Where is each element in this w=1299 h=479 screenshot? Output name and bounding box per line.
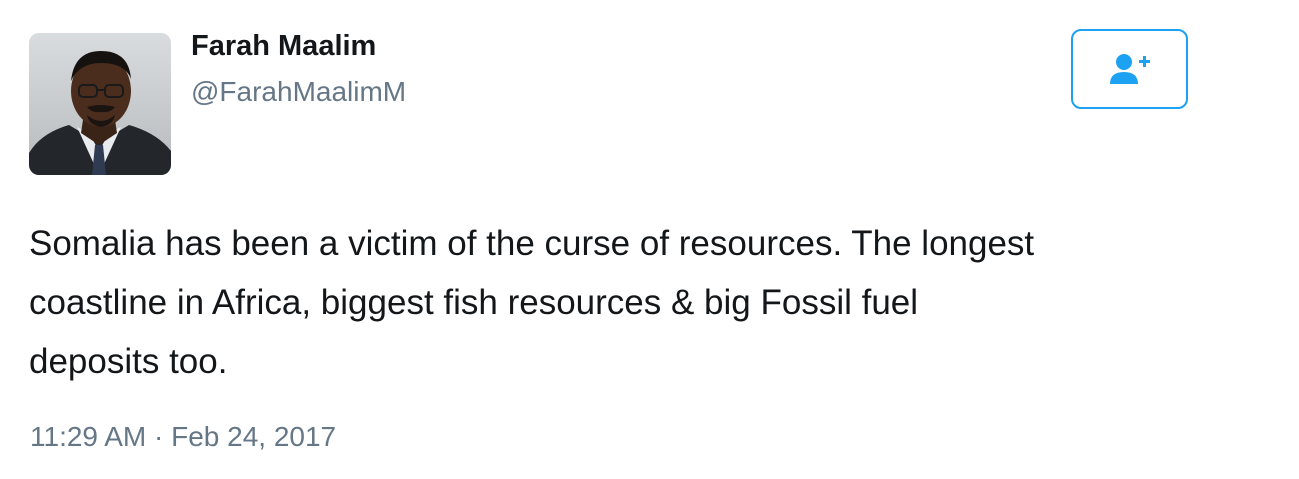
avatar[interactable] <box>29 33 171 175</box>
tweet-text-line: deposits too. <box>29 342 228 381</box>
tweet-text-line: coastline in Africa, biggest fish resour… <box>29 283 919 322</box>
display-name[interactable]: Farah Maalim <box>191 30 376 63</box>
user-handle[interactable]: @FarahMaalimM <box>191 76 406 108</box>
tweet-timestamp[interactable]: 11:29 AM · Feb 24, 2017 <box>30 421 336 453</box>
tweet-card: Farah Maalim @FarahMaalimM Somalia has b… <box>0 0 1299 479</box>
tweet-text: Somalia has been a victim of the curse o… <box>29 214 1249 391</box>
profile-photo-icon <box>29 51 171 175</box>
add-user-icon <box>1109 54 1150 84</box>
tweet-text-line: Somalia has been a victim of the curse o… <box>29 224 1035 263</box>
follow-button[interactable] <box>1071 29 1188 109</box>
